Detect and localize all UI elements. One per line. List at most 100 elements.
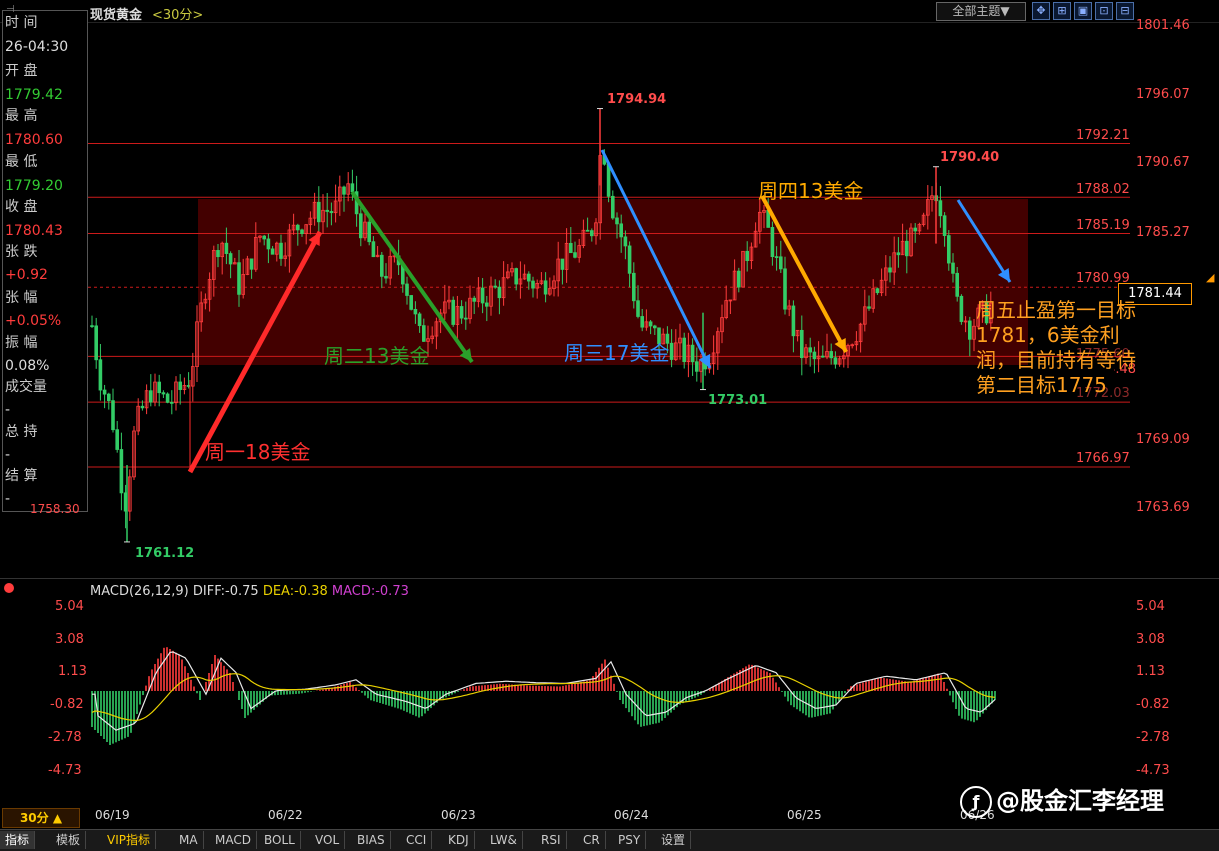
date-label: 06/24 xyxy=(614,808,649,822)
candle-body xyxy=(695,361,699,372)
open-interest-value: - xyxy=(5,447,11,463)
low-label: 最 低 xyxy=(5,154,38,170)
period-button[interactable]: 30分 ▲ xyxy=(2,808,80,828)
current-price-arrow-icon: ◢ xyxy=(1206,271,1215,284)
candle-body xyxy=(648,321,653,327)
date-label: 06/25 xyxy=(787,808,822,822)
candle-body xyxy=(371,241,376,258)
candle-body xyxy=(237,262,241,295)
candle-body xyxy=(178,381,183,390)
candle-body xyxy=(543,280,548,295)
friday-line: 周五止盈第一目标 xyxy=(976,298,1136,322)
macd-chart[interactable] xyxy=(0,580,1219,806)
tab-cci[interactable]: CCI xyxy=(401,831,433,849)
tab-rsi[interactable]: RSI xyxy=(536,831,567,849)
candle-body xyxy=(896,252,901,256)
candle-body xyxy=(690,344,695,363)
tab-lw[interactable]: LW& xyxy=(485,831,523,849)
candle-body xyxy=(451,299,455,325)
candle-body xyxy=(959,295,964,322)
price-tick: 1769.09 xyxy=(1136,432,1190,447)
close-value: 1780.43 xyxy=(5,223,63,239)
candle-body xyxy=(409,295,413,310)
tab-vol[interactable]: VOL xyxy=(310,831,346,849)
price-tick: 1790.67 xyxy=(1136,155,1190,170)
macd-tick: -0.82 xyxy=(1136,697,1170,712)
tab-cr[interactable]: CR xyxy=(578,831,606,849)
settlement-value: - xyxy=(5,491,11,507)
change-pct-value: +0.05% xyxy=(5,313,62,329)
candle-body xyxy=(774,256,779,259)
candle-body xyxy=(888,267,892,273)
candle-body xyxy=(417,313,422,327)
candle-body xyxy=(161,392,166,395)
candle-body xyxy=(379,254,384,277)
candle-body xyxy=(968,320,972,340)
candle-body xyxy=(224,242,229,254)
annotation-friday: 周五止盈第一目标 1781，6美金利 润，目前持有等待 第二目标1775 xyxy=(976,298,1186,398)
candle-body xyxy=(560,258,565,270)
annotation-wednesday: 周三17美金 xyxy=(564,341,670,365)
candle-body xyxy=(342,186,346,195)
candle-body xyxy=(119,449,124,494)
tab-vip-indicators[interactable]: VIP指标 xyxy=(102,831,156,849)
candle-body xyxy=(938,200,943,217)
candle-body xyxy=(770,227,775,258)
tab-kdj[interactable]: KDJ xyxy=(443,831,475,849)
tab-settings[interactable]: 设置 xyxy=(656,831,692,849)
candle-body xyxy=(585,229,590,232)
candle-body xyxy=(611,195,615,219)
high-marker-label: 1790.40 xyxy=(940,150,1000,165)
candle-body xyxy=(94,325,99,361)
tab-psy[interactable]: PSY xyxy=(613,831,647,849)
candle-body xyxy=(270,248,275,255)
candle-body xyxy=(421,325,426,342)
candle-body xyxy=(102,389,107,395)
volume-value: - xyxy=(5,402,11,418)
candle-body xyxy=(821,355,825,358)
date-label: 06/23 xyxy=(441,808,476,822)
candle-body xyxy=(472,297,476,302)
candle-body xyxy=(942,215,947,236)
macd-tick: 1.13 xyxy=(1136,664,1165,679)
candle-body xyxy=(463,317,468,320)
candle-body xyxy=(800,329,804,359)
tab-templates[interactable]: 模板 xyxy=(51,831,87,849)
tab-boll[interactable]: BOLL xyxy=(259,831,301,849)
candle-body xyxy=(484,302,489,307)
candle-body xyxy=(262,235,266,240)
price-tick: 1763.69 xyxy=(1136,500,1190,515)
annotation-thursday: 周四13美金 xyxy=(758,179,864,203)
candle-body xyxy=(682,337,686,362)
candle-body xyxy=(300,229,304,234)
candle-body xyxy=(413,308,418,315)
tab-ma[interactable]: MA xyxy=(174,831,204,849)
candle-body xyxy=(367,221,371,243)
tab-bias[interactable]: BIAS xyxy=(352,831,391,849)
time-value: 26-04:30 xyxy=(5,39,69,55)
candle-body xyxy=(606,163,611,197)
candle-body xyxy=(480,287,485,304)
candle-body xyxy=(266,238,271,250)
level-label: 1766.97 xyxy=(1076,451,1130,466)
candle-body xyxy=(350,183,355,193)
candle-body xyxy=(90,325,94,328)
level-label: 1785.19 xyxy=(1076,218,1130,233)
macd-tick: -0.82 xyxy=(50,697,84,712)
tab-indicators[interactable]: 指标 xyxy=(0,831,36,849)
macd-tick: -2.78 xyxy=(48,730,82,745)
tab-macd[interactable]: MACD xyxy=(210,831,257,849)
watermark: ƒ @股金汇李经理 xyxy=(960,781,1164,818)
candle-body xyxy=(867,306,871,309)
candle-body xyxy=(157,381,162,394)
friday-line: 第二目标1775 xyxy=(976,373,1107,397)
amplitude-value: 0.08% xyxy=(5,358,50,374)
low-marker-label: 1773.01 xyxy=(708,393,768,408)
candle-body xyxy=(98,359,103,391)
candle-body xyxy=(459,306,464,319)
change-value: +0.92 xyxy=(5,267,48,283)
high-label: 最 高 xyxy=(5,108,38,124)
candle-body xyxy=(165,393,170,403)
level-label: 1788.02 xyxy=(1076,182,1130,197)
candlestick-chart[interactable] xyxy=(0,0,1219,580)
